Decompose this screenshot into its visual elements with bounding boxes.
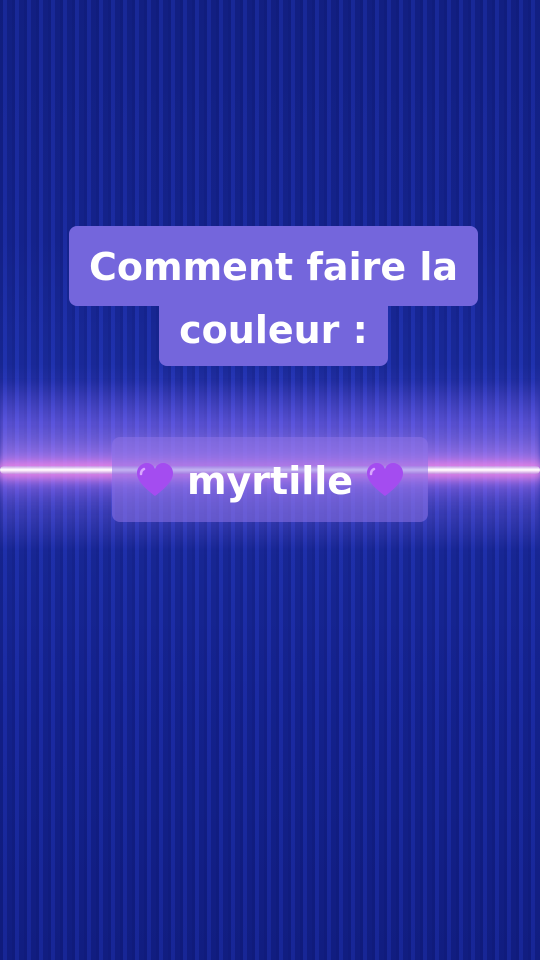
color-name: myrtille xyxy=(186,459,354,503)
purple-heart-icon xyxy=(367,463,404,496)
caption-line-1: Comment faire la xyxy=(88,245,458,289)
video-frame: Comment faire la couleur : myrtille xyxy=(0,0,540,960)
caption-line-2: couleur : xyxy=(179,308,368,352)
caption-line-3: myrtille xyxy=(112,461,428,501)
purple-heart-icon xyxy=(136,463,173,496)
